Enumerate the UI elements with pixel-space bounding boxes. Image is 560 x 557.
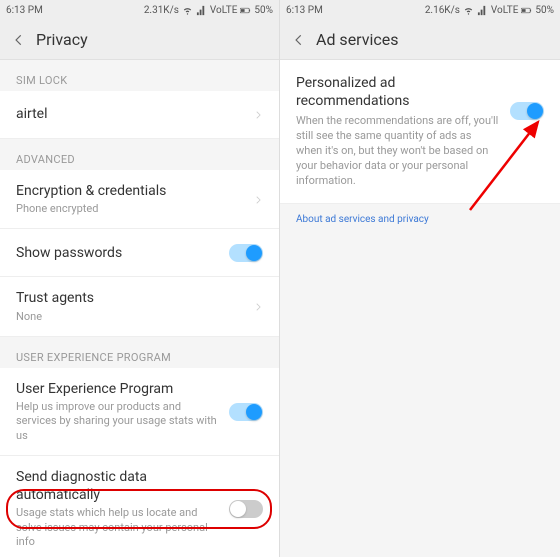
section-uep: USER EXPERIENCE PROGRAM [0, 337, 279, 368]
status-time: 6:13 PM [286, 5, 323, 16]
toggle-diagnostic[interactable] [229, 500, 263, 518]
toggle-uep[interactable] [229, 403, 263, 421]
status-volte: VoLTE [210, 5, 238, 16]
phone-ad-services: 6:13 PM 2.16K/s VoLTE 50% Ad services Pe… [280, 0, 560, 557]
about-ad-services-link[interactable]: About ad services and privacy [280, 204, 560, 235]
chevron-left-icon [12, 33, 26, 47]
row-show-passwords[interactable]: Show passwords [0, 229, 279, 277]
row-personalized-ads[interactable]: Personalized ad recommendations When the… [280, 60, 560, 204]
chevron-right-icon [253, 297, 263, 316]
wifi-icon [182, 5, 193, 16]
row-send-diagnostic[interactable]: Send diagnostic data automatically Usage… [0, 456, 279, 557]
status-netspeed: 2.16K/s [425, 5, 460, 16]
row-subtitle: When the recommendations are off, you'll… [296, 114, 500, 188]
row-title: User Experience Program [16, 380, 221, 398]
status-bar: 6:13 PM 2.31K/s VoLTE 50% [0, 0, 279, 20]
back-button[interactable] [8, 29, 30, 51]
chevron-right-icon [253, 190, 263, 209]
row-title: airtel [16, 105, 245, 123]
status-right: 2.31K/s VoLTE 50% [144, 5, 273, 16]
wifi-icon [463, 5, 474, 16]
row-airtel[interactable]: airtel [0, 91, 279, 139]
status-battery-pct: 50% [254, 5, 273, 16]
chevron-left-icon [292, 33, 306, 47]
row-subtitle: Help us improve our products and service… [16, 400, 221, 443]
row-subtitle: Phone encrypted [16, 202, 245, 216]
page-title: Privacy [36, 30, 88, 49]
section-sim-lock: SIM LOCK [0, 60, 279, 91]
battery-icon [521, 5, 532, 16]
header: Ad services [280, 20, 560, 60]
toggle-personalized-ads[interactable] [510, 102, 544, 120]
phone-privacy: 6:13 PM 2.31K/s VoLTE 50% Privacy SIM LO… [0, 0, 280, 557]
row-title: Trust agents [16, 289, 245, 307]
signal-icon [196, 5, 207, 16]
status-volte: VoLTE [491, 5, 519, 16]
row-title: Send diagnostic data automatically [16, 468, 221, 504]
signal-icon [477, 5, 488, 16]
row-title: Personalized ad recommendations [296, 74, 500, 110]
status-time: 6:13 PM [6, 5, 43, 16]
page-title: Ad services [316, 30, 399, 49]
row-title: Encryption & credentials [16, 182, 245, 200]
back-button[interactable] [288, 29, 310, 51]
status-battery-pct: 50% [535, 5, 554, 16]
toggle-show-passwords[interactable] [229, 244, 263, 262]
status-netspeed: 2.31K/s [144, 5, 179, 16]
battery-icon [240, 5, 251, 16]
row-encryption[interactable]: Encryption & credentials Phone encrypted [0, 170, 279, 229]
row-user-experience-program[interactable]: User Experience Program Help us improve … [0, 368, 279, 456]
row-title: Show passwords [16, 244, 221, 262]
status-right: 2.16K/s VoLTE 50% [425, 5, 554, 16]
section-advanced: ADVANCED [0, 139, 279, 170]
row-trust-agents[interactable]: Trust agents None [0, 277, 279, 336]
header: Privacy [0, 20, 279, 60]
chevron-right-icon [253, 105, 263, 124]
row-subtitle: Usage stats which help us locate and sol… [16, 506, 221, 549]
status-bar: 6:13 PM 2.16K/s VoLTE 50% [280, 0, 560, 20]
row-subtitle: None [16, 310, 245, 324]
